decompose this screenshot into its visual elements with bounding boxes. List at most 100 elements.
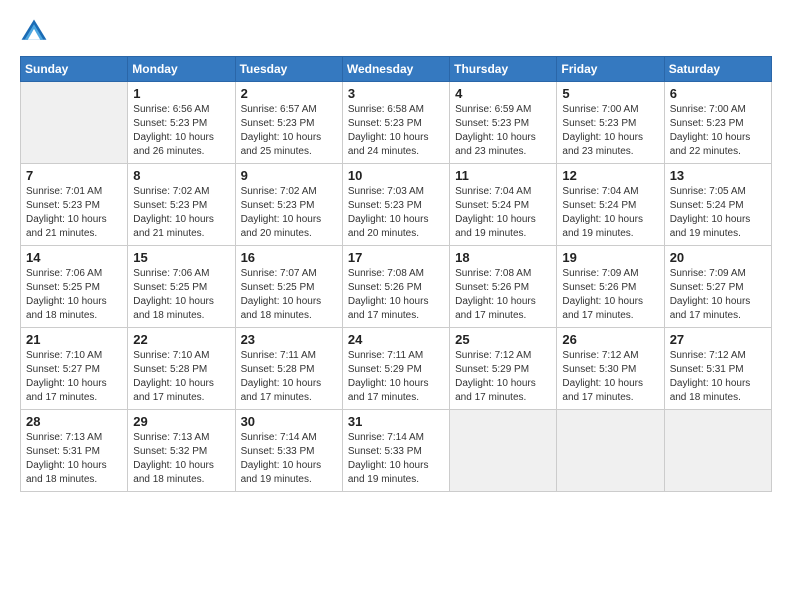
day-number: 1: [133, 86, 230, 101]
day-info: Sunrise: 7:09 AM Sunset: 5:27 PM Dayligh…: [670, 267, 767, 323]
calendar-cell: 23 Sunrise: 7:11 AM Sunset: 5:28 PM Dayli…: [235, 328, 342, 410]
day-number: 3: [348, 86, 445, 101]
day-number: 4: [455, 86, 552, 101]
day-info: Sunrise: 7:07 AM Sunset: 5:25 PM Dayligh…: [241, 267, 338, 323]
day-info: Sunrise: 7:06 AM Sunset: 5:25 PM Dayligh…: [26, 267, 123, 323]
day-number: 29: [133, 414, 230, 429]
weekday-header-saturday: Saturday: [664, 57, 771, 82]
day-number: 7: [26, 168, 123, 183]
calendar-cell: 29 Sunrise: 7:13 AM Sunset: 5:32 PM Dayli…: [128, 410, 235, 492]
calendar-cell: 25Sunrise: 7:12 AM Sunset: 5:29 PM Dayli…: [450, 328, 557, 410]
calendar-cell: 28 Sunrise: 7:13 AM Sunset: 5:31 PM Dayli…: [21, 410, 128, 492]
day-number: 14: [26, 250, 123, 265]
logo-icon: [20, 18, 48, 46]
logo: [20, 18, 52, 46]
day-info: Sunrise: 7:00 AM Sunset: 5:23 PM Dayligh…: [670, 103, 767, 159]
calendar-cell: 18 Sunrise: 7:08 AM Sunset: 5:26 PM Dayli…: [450, 246, 557, 328]
day-number: 16: [241, 250, 338, 265]
day-info: Sunrise: 7:13 AM Sunset: 5:31 PM Dayligh…: [26, 431, 123, 487]
day-info: Sunrise: 7:02 AM Sunset: 5:23 PM Dayligh…: [133, 185, 230, 241]
day-info: Sunrise: 7:14 AM Sunset: 5:33 PM Dayligh…: [348, 431, 445, 487]
day-info: Sunrise: 7:04 AM Sunset: 5:24 PM Dayligh…: [562, 185, 659, 241]
day-info: Sunrise: 7:12 AM Sunset: 5:31 PM Dayligh…: [670, 349, 767, 405]
day-info: Sunrise: 7:12 AM Sunset: 5:30 PM Dayligh…: [562, 349, 659, 405]
calendar-cell: 19 Sunrise: 7:09 AM Sunset: 5:26 PM Dayli…: [557, 246, 664, 328]
day-info: Sunrise: 7:14 AM Sunset: 5:33 PM Dayligh…: [241, 431, 338, 487]
day-number: 11: [455, 168, 552, 183]
day-info: Sunrise: 7:04 AM Sunset: 5:24 PM Dayligh…: [455, 185, 552, 241]
day-info: Sunrise: 7:12 AM Sunset: 5:29 PM Dayligh…: [455, 349, 552, 405]
page-container: SundayMondayTuesdayWednesdayThursdayFrid…: [0, 0, 792, 502]
day-number: 13: [670, 168, 767, 183]
day-number: 12: [562, 168, 659, 183]
weekday-header-monday: Monday: [128, 57, 235, 82]
day-number: 19: [562, 250, 659, 265]
calendar-cell: 6 Sunrise: 7:00 AM Sunset: 5:23 PM Daylig…: [664, 82, 771, 164]
calendar-cell: 8 Sunrise: 7:02 AM Sunset: 5:23 PM Daylig…: [128, 164, 235, 246]
day-number: 17: [348, 250, 445, 265]
calendar-cell: 5 Sunrise: 7:00 AM Sunset: 5:23 PM Daylig…: [557, 82, 664, 164]
calendar-cell: 11 Sunrise: 7:04 AM Sunset: 5:24 PM Dayli…: [450, 164, 557, 246]
day-number: 31: [348, 414, 445, 429]
day-number: 8: [133, 168, 230, 183]
day-info: Sunrise: 7:08 AM Sunset: 5:26 PM Dayligh…: [455, 267, 552, 323]
calendar-cell: 17 Sunrise: 7:08 AM Sunset: 5:26 PM Dayli…: [342, 246, 449, 328]
week-row-5: 28 Sunrise: 7:13 AM Sunset: 5:31 PM Dayli…: [21, 410, 772, 492]
day-number: 10: [348, 168, 445, 183]
calendar-cell: 4 Sunrise: 6:59 AM Sunset: 5:23 PM Daylig…: [450, 82, 557, 164]
day-info: Sunrise: 7:00 AM Sunset: 5:23 PM Dayligh…: [562, 103, 659, 159]
day-info: Sunrise: 7:06 AM Sunset: 5:25 PM Dayligh…: [133, 267, 230, 323]
day-number: 22: [133, 332, 230, 347]
calendar-cell: 16 Sunrise: 7:07 AM Sunset: 5:25 PM Dayli…: [235, 246, 342, 328]
weekday-header-wednesday: Wednesday: [342, 57, 449, 82]
calendar-cell: 20 Sunrise: 7:09 AM Sunset: 5:27 PM Dayli…: [664, 246, 771, 328]
calendar-cell: [450, 410, 557, 492]
day-info: Sunrise: 7:09 AM Sunset: 5:26 PM Dayligh…: [562, 267, 659, 323]
calendar-cell: 22Sunrise: 7:10 AM Sunset: 5:28 PM Dayli…: [128, 328, 235, 410]
calendar-cell: [21, 82, 128, 164]
week-row-2: 7 Sunrise: 7:01 AM Sunset: 5:23 PM Daylig…: [21, 164, 772, 246]
calendar-cell: 9 Sunrise: 7:02 AM Sunset: 5:23 PM Daylig…: [235, 164, 342, 246]
day-number: 15: [133, 250, 230, 265]
day-info: Sunrise: 6:59 AM Sunset: 5:23 PM Dayligh…: [455, 103, 552, 159]
weekday-header-friday: Friday: [557, 57, 664, 82]
day-info: Sunrise: 7:05 AM Sunset: 5:24 PM Dayligh…: [670, 185, 767, 241]
calendar-cell: 12 Sunrise: 7:04 AM Sunset: 5:24 PM Dayli…: [557, 164, 664, 246]
calendar-cell: 2Sunrise: 6:57 AM Sunset: 5:23 PM Daylig…: [235, 82, 342, 164]
day-number: 23: [241, 332, 338, 347]
calendar-cell: 10Sunrise: 7:03 AM Sunset: 5:23 PM Dayli…: [342, 164, 449, 246]
calendar-cell: 7 Sunrise: 7:01 AM Sunset: 5:23 PM Daylig…: [21, 164, 128, 246]
day-number: 28: [26, 414, 123, 429]
calendar-cell: 21Sunrise: 7:10 AM Sunset: 5:27 PM Dayli…: [21, 328, 128, 410]
day-info: Sunrise: 7:13 AM Sunset: 5:32 PM Dayligh…: [133, 431, 230, 487]
weekday-header-sunday: Sunday: [21, 57, 128, 82]
calendar-cell: 3Sunrise: 6:58 AM Sunset: 5:23 PM Daylig…: [342, 82, 449, 164]
week-row-4: 21Sunrise: 7:10 AM Sunset: 5:27 PM Dayli…: [21, 328, 772, 410]
day-info: Sunrise: 7:01 AM Sunset: 5:23 PM Dayligh…: [26, 185, 123, 241]
header: [20, 18, 772, 46]
day-number: 5: [562, 86, 659, 101]
calendar-cell: 14 Sunrise: 7:06 AM Sunset: 5:25 PM Dayli…: [21, 246, 128, 328]
day-info: Sunrise: 7:02 AM Sunset: 5:23 PM Dayligh…: [241, 185, 338, 241]
day-info: Sunrise: 7:11 AM Sunset: 5:29 PM Dayligh…: [348, 349, 445, 405]
day-number: 27: [670, 332, 767, 347]
weekday-header-thursday: Thursday: [450, 57, 557, 82]
weekday-header-row: SundayMondayTuesdayWednesdayThursdayFrid…: [21, 57, 772, 82]
day-number: 9: [241, 168, 338, 183]
day-info: Sunrise: 7:08 AM Sunset: 5:26 PM Dayligh…: [348, 267, 445, 323]
day-number: 20: [670, 250, 767, 265]
calendar-cell: 1Sunrise: 6:56 AM Sunset: 5:23 PM Daylig…: [128, 82, 235, 164]
calendar-cell: [664, 410, 771, 492]
week-row-3: 14 Sunrise: 7:06 AM Sunset: 5:25 PM Dayli…: [21, 246, 772, 328]
day-info: Sunrise: 7:11 AM Sunset: 5:28 PM Dayligh…: [241, 349, 338, 405]
calendar-table: SundayMondayTuesdayWednesdayThursdayFrid…: [20, 56, 772, 492]
calendar-cell: 31 Sunrise: 7:14 AM Sunset: 5:33 PM Dayli…: [342, 410, 449, 492]
calendar-cell: 30 Sunrise: 7:14 AM Sunset: 5:33 PM Dayli…: [235, 410, 342, 492]
day-number: 30: [241, 414, 338, 429]
day-info: Sunrise: 7:10 AM Sunset: 5:27 PM Dayligh…: [26, 349, 123, 405]
day-number: 18: [455, 250, 552, 265]
day-number: 6: [670, 86, 767, 101]
calendar-cell: 24Sunrise: 7:11 AM Sunset: 5:29 PM Dayli…: [342, 328, 449, 410]
day-number: 26: [562, 332, 659, 347]
day-info: Sunrise: 6:57 AM Sunset: 5:23 PM Dayligh…: [241, 103, 338, 159]
